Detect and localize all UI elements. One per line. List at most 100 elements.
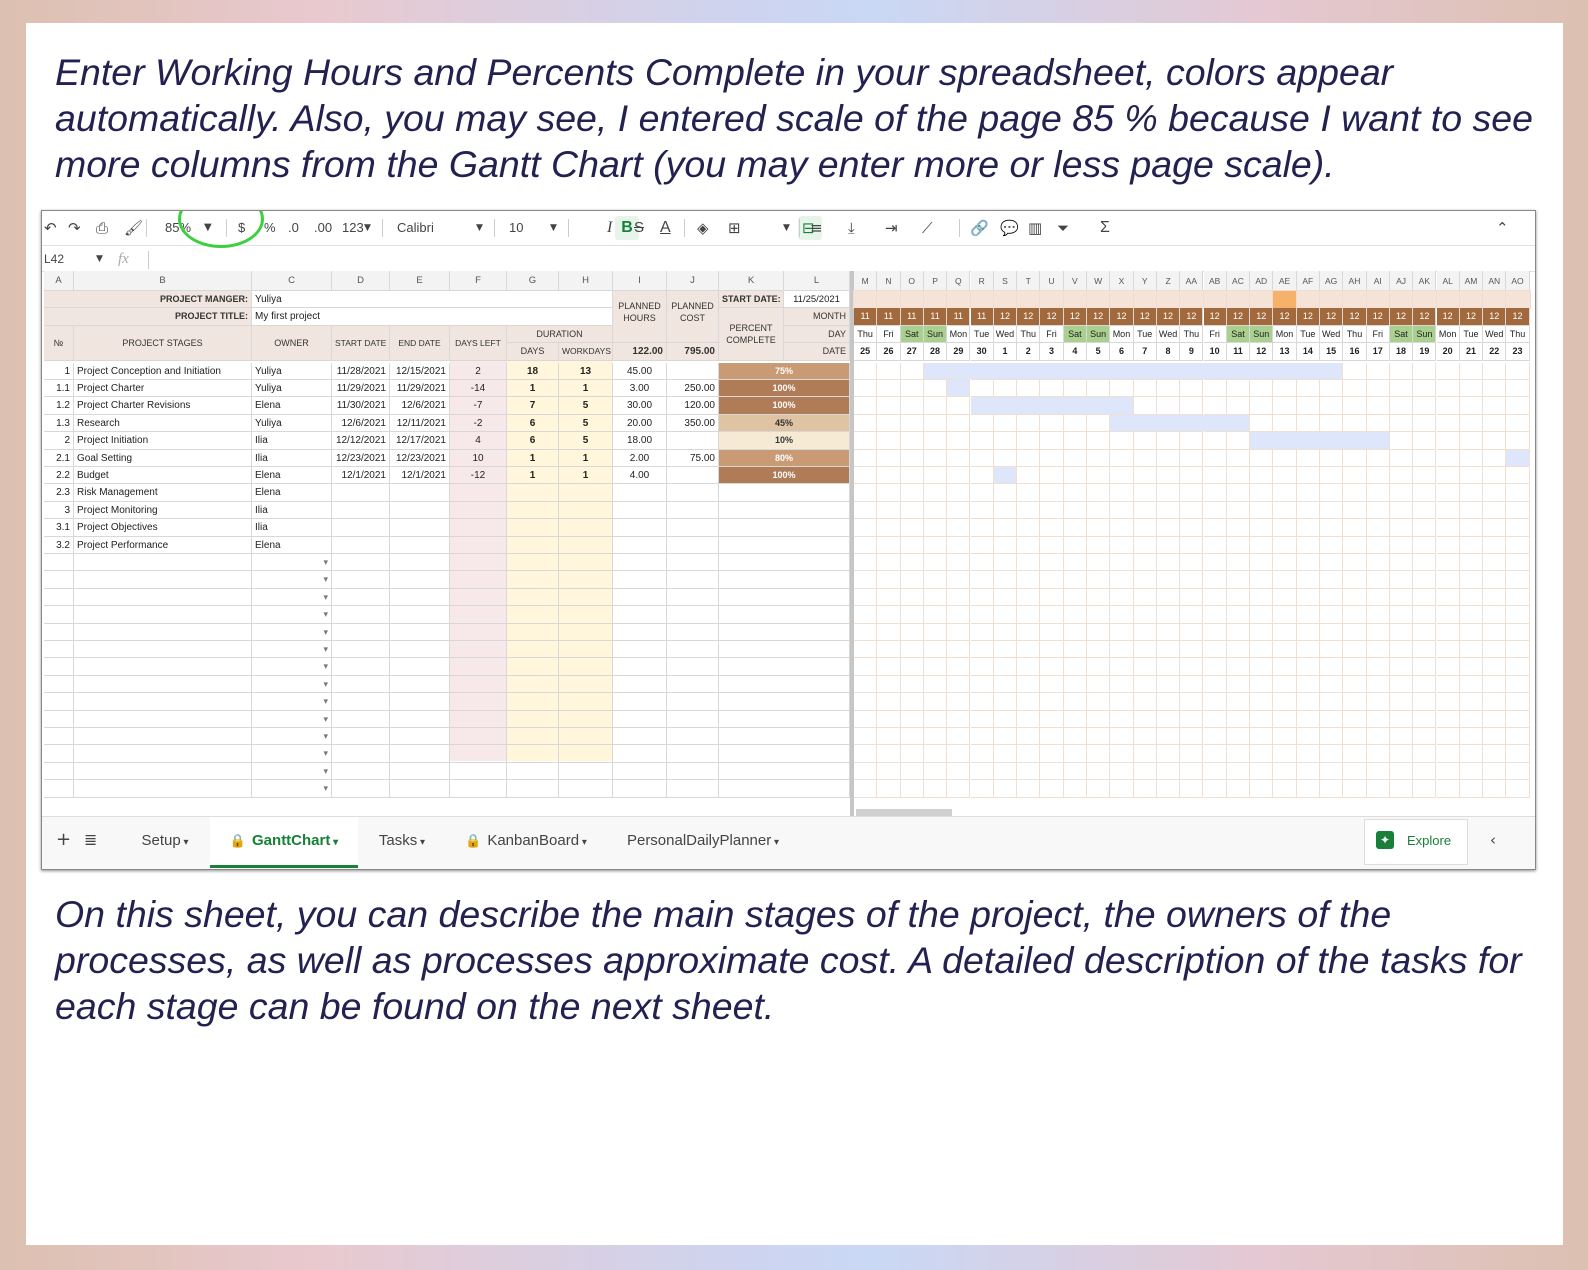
start-date-cell[interactable]: [332, 762, 390, 781]
timeline-weekday[interactable]: Mon: [1273, 325, 1297, 344]
gantt-cell[interactable]: [1366, 588, 1390, 607]
column-header[interactable]: L: [784, 271, 850, 291]
gantt-cell[interactable]: [1483, 745, 1507, 763]
gantt-cell[interactable]: [1483, 362, 1507, 380]
gantt-cell[interactable]: [1320, 536, 1344, 554]
gantt-cell[interactable]: [1156, 641, 1181, 659]
days-left-cell[interactable]: [450, 606, 507, 624]
workdays-cell[interactable]: [559, 606, 613, 624]
gantt-cell[interactable]: [1343, 501, 1367, 520]
days-cell[interactable]: 6: [507, 432, 559, 450]
gantt-cell[interactable]: [1180, 675, 1204, 694]
gantt-cell[interactable]: [947, 623, 971, 641]
gantt-cell[interactable]: [1320, 762, 1344, 781]
gantt-cell[interactable]: [1203, 693, 1227, 711]
column-header[interactable]: F: [450, 271, 507, 291]
days-cell[interactable]: [507, 675, 559, 694]
days-left-cell[interactable]: -2: [450, 414, 507, 433]
gantt-cell[interactable]: [1226, 641, 1251, 659]
planned-hours-cell[interactable]: 18.00: [613, 432, 667, 450]
days-left-cell[interactable]: [450, 780, 507, 798]
end-date-cell[interactable]: [390, 693, 450, 711]
gantt-cell[interactable]: [1063, 780, 1087, 798]
gantt-cell[interactable]: [1133, 606, 1157, 624]
gantt-cell[interactable]: [1343, 397, 1367, 415]
gantt-cell[interactable]: [1273, 728, 1297, 746]
gantt-cell[interactable]: [1389, 414, 1414, 433]
timeline-date[interactable]: 7: [1133, 343, 1157, 361]
timeline-date[interactable]: 29: [947, 343, 971, 361]
gantt-cell[interactable]: [1273, 658, 1297, 676]
gantt-cell[interactable]: [970, 780, 994, 798]
gantt-cell[interactable]: [1226, 693, 1251, 711]
gantt-cell[interactable]: [1459, 519, 1484, 537]
gantt-cell[interactable]: [1203, 675, 1227, 694]
gantt-cell[interactable]: [970, 658, 994, 676]
gantt-cell[interactable]: [1133, 710, 1157, 728]
gantt-cell[interactable]: [1040, 554, 1064, 572]
gantt-cell[interactable]: [1413, 710, 1437, 728]
gantt-cell[interactable]: [854, 571, 878, 589]
gantt-cell[interactable]: [1226, 536, 1251, 554]
gantt-cell[interactable]: [1436, 588, 1460, 607]
gantt-cell[interactable]: [1203, 606, 1227, 624]
gantt-cell[interactable]: [900, 414, 924, 433]
planned-hours-cell[interactable]: [613, 693, 667, 711]
timeline-month[interactable]: 11: [877, 308, 901, 326]
gantt-cell[interactable]: [1320, 501, 1344, 520]
gantt-cell[interactable]: [1180, 484, 1204, 502]
gantt-cell[interactable]: [877, 745, 901, 763]
gantt-cell[interactable]: [900, 641, 924, 659]
gantt-cell[interactable]: [1040, 710, 1064, 728]
stage-cell[interactable]: Project Performance: [74, 536, 252, 554]
timeline-month[interactable]: 12: [1483, 308, 1507, 326]
planned-cost-cell[interactable]: [667, 362, 719, 380]
row-number-cell[interactable]: 1.1: [44, 380, 74, 398]
gantt-cell[interactable]: [1483, 710, 1507, 728]
planned-cost-cell[interactable]: 250.00: [667, 380, 719, 398]
gantt-cell[interactable]: [1483, 467, 1507, 485]
gantt-cell[interactable]: [1296, 606, 1320, 624]
timeline-date[interactable]: 2: [1017, 343, 1041, 361]
header-planned-hours[interactable]: PLANNED HOURS: [613, 291, 667, 344]
timeline-month[interactable]: 11: [947, 308, 971, 326]
stage-cell[interactable]: Goal Setting: [74, 449, 252, 467]
end-date-cell[interactable]: 12/6/2021: [390, 397, 450, 415]
gantt-cell[interactable]: [1040, 623, 1064, 641]
gantt-cell[interactable]: [877, 693, 901, 711]
row-number-cell[interactable]: [44, 588, 74, 607]
gantt-cell[interactable]: [1017, 501, 1041, 520]
gantt-cell[interactable]: [1366, 762, 1390, 781]
gantt-cell[interactable]: [1413, 571, 1437, 589]
gantt-cell[interactable]: [900, 710, 924, 728]
gantt-cell[interactable]: [1506, 414, 1530, 433]
timeline-month[interactable]: 12: [1506, 308, 1530, 326]
days-cell[interactable]: [507, 484, 559, 502]
gantt-cell[interactable]: [923, 467, 948, 485]
gantt-cell[interactable]: [900, 397, 924, 415]
stage-cell[interactable]: [74, 710, 252, 728]
gantt-cell[interactable]: [1506, 675, 1530, 694]
gantt-cell[interactable]: [1413, 380, 1437, 398]
gantt-cell[interactable]: [923, 780, 948, 798]
days-cell[interactable]: [507, 762, 559, 781]
fill-color-icon[interactable]: ◈: [697, 217, 709, 239]
gantt-cell[interactable]: [1087, 571, 1111, 589]
gantt-cell[interactable]: [1156, 501, 1181, 520]
gantt-cell[interactable]: [1273, 588, 1297, 607]
gantt-cell[interactable]: [1343, 780, 1367, 798]
gantt-cell[interactable]: [947, 414, 971, 433]
planned-cost-cell[interactable]: [667, 501, 719, 520]
gantt-cell[interactable]: [1506, 501, 1530, 520]
start-date-cell[interactable]: 12/12/2021: [332, 432, 390, 450]
gantt-cell[interactable]: [1459, 623, 1484, 641]
gantt-cell[interactable]: [1296, 554, 1320, 572]
workdays-cell[interactable]: [559, 571, 613, 589]
dropdown-icon[interactable]: ▾: [323, 728, 328, 744]
undo-icon[interactable]: ↶: [44, 217, 57, 239]
timeline-date[interactable]: 11: [1226, 343, 1251, 361]
gantt-cell[interactable]: [1436, 641, 1460, 659]
gantt-cell[interactable]: [1063, 432, 1087, 450]
gantt-cell[interactable]: [1040, 501, 1064, 520]
gantt-cell[interactable]: [1459, 675, 1484, 694]
